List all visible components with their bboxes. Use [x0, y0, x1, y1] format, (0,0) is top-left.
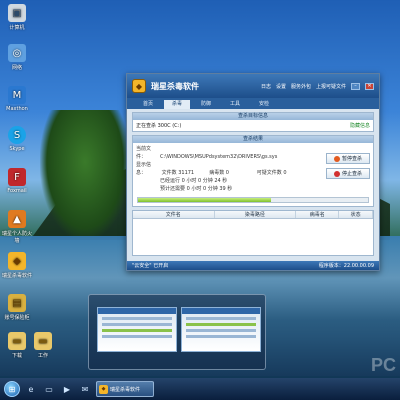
- menu-log[interactable]: 日志: [261, 83, 271, 90]
- desktop-icon-label: 账号保险柜: [4, 315, 30, 321]
- tab-check[interactable]: 安检: [251, 100, 277, 109]
- scan-target-current: 正在查杀 300C (C:): [136, 123, 182, 129]
- antivirus-taskbar-icon: ◆: [99, 384, 108, 394]
- program-version: 程序版本：22.00.00.09: [318, 263, 374, 269]
- ie-icon[interactable]: e: [24, 382, 38, 396]
- cloud-security-status[interactable]: "云安全" 已开启: [132, 262, 168, 269]
- top-menu: 日志 设置 服务外包 上报可疑文件 – ✕: [261, 82, 374, 90]
- scan-results-header: 查杀结果: [133, 136, 373, 143]
- remaining-value: 0 小时 0 分钟 39 秒: [186, 186, 233, 192]
- desktop-icon-label: 网络: [11, 65, 22, 71]
- remaining-label: 预计还需要: [160, 186, 186, 192]
- windows-start-icon[interactable]: ⊞: [4, 381, 20, 397]
- tab-home[interactable]: 首页: [135, 100, 161, 109]
- maxthon-icon: M: [8, 86, 26, 104]
- taskbar-app-antivirus[interactable]: ◆ 瑞星杀毒软件: [96, 381, 154, 397]
- hide-info-link[interactable]: 隐藏信息: [350, 122, 370, 129]
- desktop-icon-label: 瑞星杀毒软件: [2, 273, 33, 279]
- current-file-path: C:\WINDOWS\MSUPdsystem32\DRIVERS\gs.sys: [160, 154, 278, 160]
- desktop-icon-maxthon[interactable]: M Maxthon: [2, 86, 32, 112]
- elapsed-value: 0 小时 0 分钟 24 秒: [181, 178, 228, 184]
- status-bar: "云安全" 已开启 程序版本：22.00.00.09: [127, 261, 379, 270]
- taskbar-thumbnail-preview: [88, 294, 266, 370]
- wallpaper-tree: [40, 110, 130, 240]
- skype-icon: S: [8, 126, 26, 144]
- threat-table-header: 文件名 染毒路径 病毒名 状态: [133, 211, 373, 219]
- desktop-icon-foxmail[interactable]: F Foxmail: [2, 168, 32, 194]
- pause-scan-label: 暂停查杀: [341, 156, 362, 162]
- media-player-icon[interactable]: ▶: [60, 382, 74, 396]
- title-bar[interactable]: ◆ 瑞星杀毒软件 日志 设置 服务外包 上报可疑文件 – ✕: [127, 74, 379, 98]
- tab-defense[interactable]: 防御: [193, 100, 219, 109]
- desktop-icon-computer[interactable]: ▣ 计算机: [2, 4, 32, 31]
- menu-report[interactable]: 上报可疑文件: [316, 83, 346, 90]
- stop-scan-button[interactable]: 停止查杀: [326, 168, 370, 179]
- pause-icon: [333, 155, 340, 162]
- taskbar-app-label: 瑞星杀毒软件: [110, 386, 141, 393]
- menu-service[interactable]: 服务外包: [291, 83, 311, 90]
- desktop-icon-label: 计算机: [9, 25, 25, 31]
- scan-target-header: 查杀目标信息: [133, 113, 373, 120]
- display-info-label: 显示信息：: [136, 162, 152, 176]
- virus-count-label: 病毒数: [209, 170, 225, 176]
- column-virus-name[interactable]: 病毒名: [296, 211, 340, 218]
- desktop-icon-label: Skype: [9, 146, 25, 152]
- file-count-label: 文件数: [161, 170, 177, 176]
- threat-table: 文件名 染毒路径 病毒名 状态: [132, 210, 374, 256]
- antivirus-icon: ◆: [8, 252, 26, 270]
- safe-icon: ▤: [8, 294, 26, 312]
- desktop-icon-work[interactable]: ▬ 工作: [28, 332, 58, 359]
- scan-progress-fill: [138, 198, 272, 202]
- scan-target-panel: 查杀目标信息 正在查杀 300C (C:) 隐藏信息: [132, 112, 374, 132]
- suspicious-count-label: 可疑文件数: [256, 170, 282, 176]
- desktop-icon-network[interactable]: ◎ 网络: [2, 44, 32, 71]
- column-path[interactable]: 染毒路径: [215, 211, 297, 218]
- virus-count-value: 0: [225, 170, 229, 176]
- watermark: PC: [370, 355, 396, 375]
- thumbnail-window-1[interactable]: [97, 307, 177, 352]
- antivirus-window: ◆ 瑞星杀毒软件 日志 设置 服务外包 上报可疑文件 – ✕ 首页 杀毒 防御 …: [126, 73, 380, 271]
- network-icon: ◎: [8, 44, 26, 62]
- foxmail-icon: F: [8, 168, 26, 186]
- thumbnail-window-2[interactable]: [181, 307, 261, 352]
- computer-icon: ▣: [8, 4, 26, 22]
- stop-scan-label: 停止查杀: [341, 171, 362, 177]
- close-button[interactable]: ✕: [365, 82, 374, 90]
- desktop-icon-skype[interactable]: S Skype: [2, 126, 32, 152]
- desktop-icon-safe[interactable]: ▤ 账号保险柜: [2, 294, 32, 321]
- app-title: 瑞星杀毒软件: [151, 81, 199, 91]
- desktop-icon-antivirus[interactable]: ◆ 瑞星杀毒软件: [2, 252, 32, 279]
- shield-lion-icon: ◆: [132, 79, 146, 93]
- stop-icon: [333, 170, 340, 177]
- download-folder-icon: ▬: [8, 332, 26, 350]
- elapsed-label: 已经运行: [160, 178, 181, 184]
- taskbar: ⊞ e ▭ ▶ ✉ ◆ 瑞星杀毒软件: [0, 378, 400, 400]
- desktop-icon-label: 工作: [37, 353, 48, 359]
- tab-tools[interactable]: 工具: [222, 100, 248, 109]
- desktop-icon-label: 瑞星个人防火墙: [2, 231, 33, 244]
- column-filename[interactable]: 文件名: [133, 211, 215, 218]
- pause-scan-button[interactable]: 暂停查杀: [326, 153, 370, 164]
- desktop-icon-label: Foxmail: [7, 188, 27, 194]
- explorer-icon[interactable]: ▭: [42, 382, 56, 396]
- tab-scan[interactable]: 杀毒: [164, 100, 190, 109]
- work-folder-icon: ▬: [34, 332, 52, 350]
- menu-settings[interactable]: 设置: [276, 83, 286, 90]
- scan-results-panel: 查杀结果 当前文件： C:\WINDOWS\MSUPdsystem32\DRIVE…: [132, 135, 374, 207]
- firewall-icon: ▲: [8, 210, 26, 228]
- desktop-icon-label: Maxthon: [6, 106, 28, 112]
- suspicious-count-value: 0: [283, 170, 287, 176]
- current-file-label: 当前文件：: [136, 146, 152, 160]
- minimize-button[interactable]: –: [351, 82, 360, 90]
- column-status[interactable]: 状态: [339, 211, 373, 218]
- scan-progress-bar: [137, 197, 369, 203]
- desktop-icon-firewall[interactable]: ▲ 瑞星个人防火墙: [2, 210, 32, 244]
- main-tabs: 首页 杀毒 防御 工具 安检: [127, 98, 379, 109]
- file-count-value: 31171: [178, 170, 195, 176]
- mail-icon[interactable]: ✉: [78, 382, 92, 396]
